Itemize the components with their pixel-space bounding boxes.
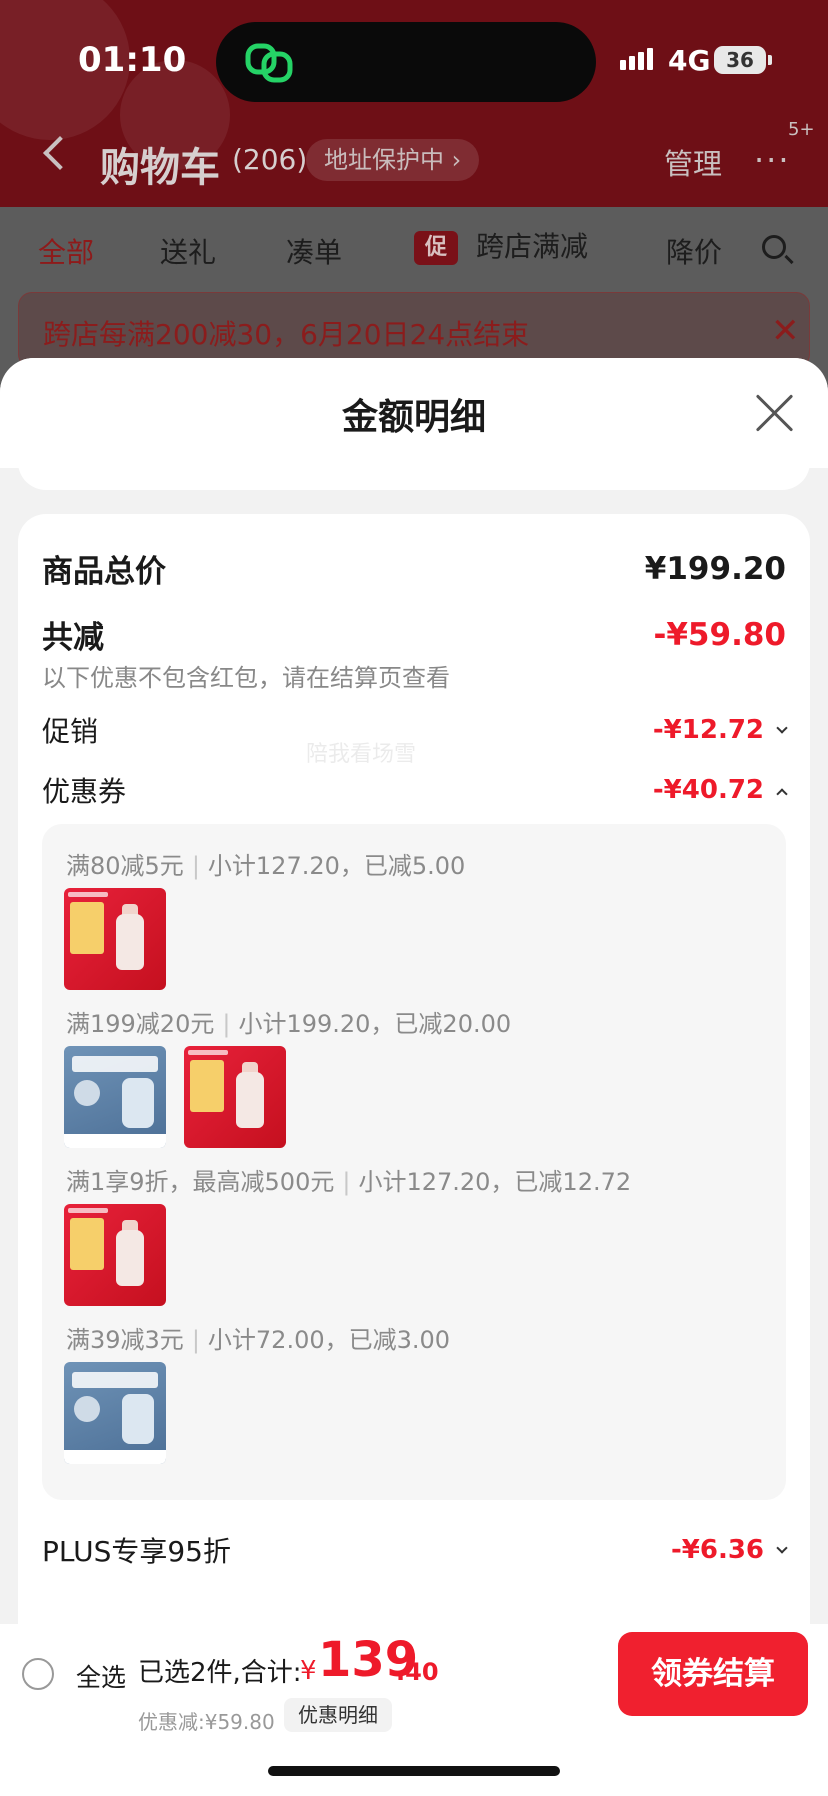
amount-detail-sheet: 金额明细 商品总价 ¥199.20 共减 -¥59.80 以下优惠不包含红包，请… [0, 358, 828, 1624]
total-row: 商品总价 ¥199.20 [42, 546, 786, 591]
product-thumbnail[interactable] [184, 1046, 286, 1148]
plus-row[interactable]: PLUS专享95折 -¥6.36 [42, 1530, 788, 1570]
coupon-rule: 满1享9折，最高减500元 [66, 1168, 335, 1196]
coupon-line: 满199减20元 | 小计199.20，已减20.00 [66, 1010, 512, 1038]
more-icon[interactable]: ··· [754, 141, 791, 179]
app-logo-icon [245, 43, 293, 83]
address-protection-pill[interactable]: 地址保护中 › [306, 139, 480, 181]
plus-value: -¥6.36 [670, 1535, 764, 1565]
tab-bundle[interactable]: 凑单 [286, 231, 342, 271]
coupon-line: 满80减5元 | 小计127.20，已减5.00 [66, 852, 466, 880]
coupon-detail: 小计72.00，已减3.00 [207, 1326, 451, 1354]
plus-label: PLUS专享95折 [42, 1535, 231, 1568]
checkout-bar: 全选 已选2件,合计: ¥ 139 .40 优惠减:¥59.80 优惠明细 领券… [0, 1624, 828, 1796]
chevron-up-icon [776, 788, 788, 800]
selected-summary: 已选2件,合计: [138, 1658, 302, 1688]
coupon-value: -¥40.72 [652, 775, 764, 805]
promo-notice-text: 跨店每满200减30，6月20日24点结束 [43, 318, 530, 351]
filter-tabs: 全部 送礼 凑单 促跨店满减 降价 [0, 207, 828, 289]
promo-notice: 跨店每满200减30，6月20日24点结束 ✕ [18, 292, 810, 368]
total-value: ¥199.20 [644, 550, 786, 587]
cart-count: (206) [232, 143, 308, 176]
coupon-label: 优惠券 [42, 775, 127, 808]
watermark: 陪我看场雪 [306, 742, 417, 767]
close-icon[interactable] [752, 390, 798, 436]
dynamic-island [216, 22, 596, 102]
close-notice-icon[interactable]: ✕ [771, 311, 800, 351]
coupon-rule: 满39减3元 [66, 1326, 184, 1354]
reduce-value: -¥59.80 [653, 616, 787, 653]
amount-card: 商品总价 ¥199.20 共减 -¥59.80 以下优惠不包含红包，请在结算页查… [18, 514, 810, 1624]
coupon-line: 满1享9折，最高减500元 | 小计127.20，已减12.72 [66, 1168, 632, 1196]
product-thumbnail[interactable] [64, 1362, 166, 1464]
total-amount-decimal: .40 [396, 1658, 439, 1686]
checkout-button[interactable]: 领券结算 [618, 1632, 808, 1716]
promo-value: -¥12.72 [652, 715, 764, 745]
more-badge: 5+ [788, 119, 815, 140]
tab-all[interactable]: 全部 [38, 231, 94, 271]
chevron-down-icon [776, 1542, 788, 1554]
discount-summary: 优惠减:¥59.80 [138, 1710, 275, 1734]
coupon-detail: 小计127.20，已减12.72 [358, 1168, 632, 1196]
discount-detail-button[interactable]: 优惠明细 [284, 1698, 392, 1732]
reduce-row: 共减 -¥59.80 [42, 612, 786, 657]
promo-label: 促销 [42, 715, 99, 748]
page-title: 购物车 [100, 145, 220, 191]
currency-symbol: ¥ [300, 1656, 317, 1686]
coupon-detail: 小计199.20，已减20.00 [238, 1010, 512, 1038]
total-label: 商品总价 [42, 554, 166, 590]
battery-icon: 36 [714, 46, 766, 74]
search-icon[interactable] [762, 235, 786, 259]
select-all-label[interactable]: 全选 [76, 1658, 126, 1694]
coupon-row[interactable]: 优惠券 -¥40.72 [42, 770, 788, 810]
signal-icon [620, 48, 653, 70]
card-stub [18, 456, 810, 490]
coupon-detail-box: 满80减5元 | 小计127.20，已减5.00 满199减20元 | 小计199.20… [42, 824, 786, 1500]
status-time: 01:10 [78, 40, 187, 80]
coupon-detail: 小计127.20，已减5.00 [207, 852, 466, 880]
coupon-line: 满39减3元 | 小计72.00，已减3.00 [66, 1326, 451, 1354]
reduce-label: 共减 [42, 620, 104, 656]
tab-cross-store-label: 跨店满减 [476, 230, 589, 263]
sheet-header: 金额明细 [0, 358, 828, 468]
coupon-rule: 满80减5元 [66, 852, 184, 880]
status-bar: 01:10 4G 36 [0, 0, 828, 120]
tab-gift[interactable]: 送礼 [160, 231, 216, 271]
tab-cross-store[interactable]: 促跨店满减 [414, 225, 588, 265]
manage-button[interactable]: 管理 [664, 141, 722, 183]
back-icon[interactable] [43, 136, 77, 170]
product-thumbnail[interactable] [64, 1046, 166, 1148]
home-indicator[interactable] [268, 1766, 560, 1776]
sheet-title: 金额明细 [341, 397, 486, 438]
product-thumbnail[interactable] [64, 1204, 166, 1306]
network-type: 4G [668, 44, 711, 77]
battery-tip [768, 55, 772, 65]
coupon-rule: 满199减20元 [66, 1010, 215, 1038]
product-thumbnail[interactable] [64, 888, 166, 990]
promo-icon: 促 [414, 231, 458, 265]
cart-header: 购物车 (206) 地址保护中 › 管理 ··· 5+ [0, 119, 828, 195]
select-all-checkbox[interactable] [22, 1658, 54, 1690]
tab-price-drop[interactable]: 降价 [666, 231, 722, 271]
reduce-note: 以下优惠不包含红包，请在结算页查看 [42, 664, 450, 692]
chevron-down-icon [776, 722, 788, 734]
